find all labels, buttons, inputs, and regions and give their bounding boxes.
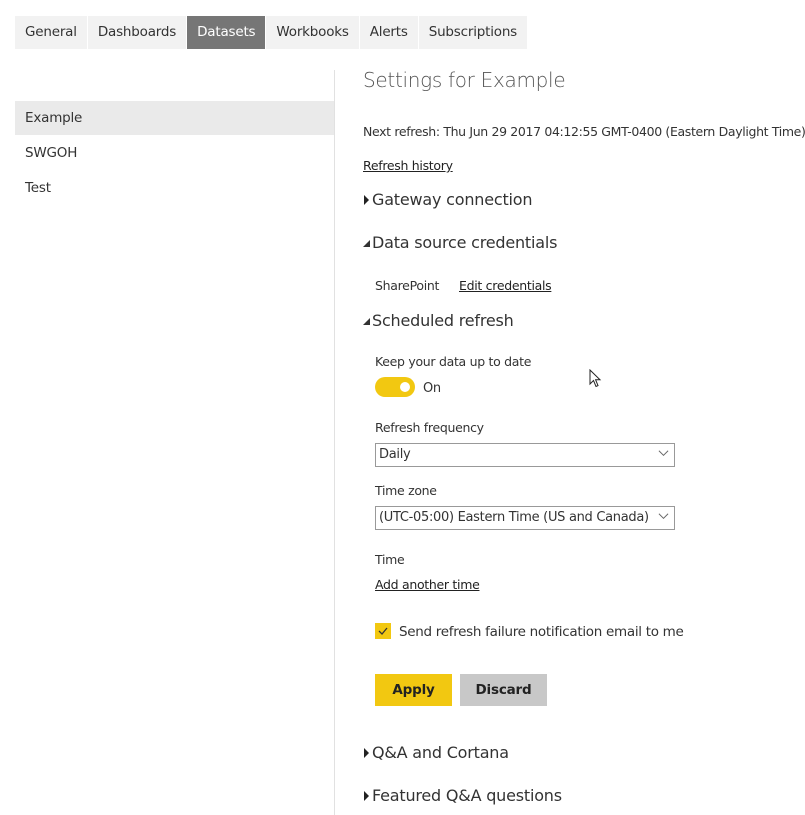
sidebar-divider (334, 70, 335, 815)
next-refresh-text: Next refresh: Thu Jun 29 2017 04:12:55 G… (363, 124, 805, 139)
chevron-down-icon (658, 450, 669, 456)
discard-button[interactable]: Discard (460, 674, 547, 706)
refresh-history-link[interactable]: Refresh history (363, 158, 453, 173)
tab-subscriptions[interactable]: Subscriptions (418, 16, 528, 49)
dataset-item-example[interactable]: Example (15, 101, 334, 135)
caret-right-icon (364, 194, 369, 205)
section-gateway-connection[interactable]: Gateway connection (363, 190, 533, 209)
keep-up-to-date-toggle[interactable] (375, 377, 415, 397)
data-source-name: SharePoint (375, 278, 440, 293)
time-label: Time (375, 552, 405, 567)
caret-down-icon (363, 318, 370, 325)
section-qa-cortana[interactable]: Q&A and Cortana (363, 743, 509, 762)
caret-right-icon (364, 747, 369, 758)
tab-datasets[interactable]: Datasets (187, 16, 266, 49)
keep-up-to-date-label: Keep your data up to date (375, 354, 532, 369)
toggle-state-label: On (423, 381, 441, 396)
settings-tabs: General Dashboards Datasets Workbooks Al… (15, 16, 528, 49)
section-scheduled-refresh[interactable]: Scheduled refresh (363, 311, 514, 330)
section-label: Gateway connection (372, 190, 533, 209)
tab-workbooks[interactable]: Workbooks (266, 16, 359, 49)
time-zone-value: (UTC-05:00) Eastern Time (US and Canada) (379, 510, 649, 525)
section-label: Featured Q&A questions (372, 786, 562, 805)
tab-alerts[interactable]: Alerts (359, 16, 418, 49)
refresh-frequency-value: Daily (379, 447, 411, 462)
dataset-list: Example SWGOH Test (15, 101, 334, 206)
notify-failure-checkbox[interactable] (375, 623, 391, 639)
edit-credentials-link[interactable]: Edit credentials (459, 278, 552, 293)
refresh-frequency-label: Refresh frequency (375, 420, 484, 435)
section-label: Scheduled refresh (372, 311, 514, 330)
tab-dashboards[interactable]: Dashboards (87, 16, 187, 49)
tab-general[interactable]: General (15, 16, 87, 49)
checkmark-icon (378, 627, 388, 635)
time-zone-select[interactable]: (UTC-05:00) Eastern Time (US and Canada) (375, 506, 675, 530)
section-label: Q&A and Cortana (372, 743, 509, 762)
section-featured-qa[interactable]: Featured Q&A questions (363, 786, 562, 805)
dataset-item-swgoh[interactable]: SWGOH (15, 136, 334, 170)
caret-right-icon (364, 790, 369, 801)
notify-failure-label: Send refresh failure notification email … (399, 624, 684, 640)
dataset-item-test[interactable]: Test (15, 171, 334, 205)
section-data-source-credentials[interactable]: Data source credentials (363, 233, 557, 252)
page-title: Settings for Example (363, 68, 566, 92)
mouse-cursor-icon (589, 369, 602, 388)
refresh-frequency-select[interactable]: Daily (375, 443, 675, 467)
section-label: Data source credentials (372, 233, 558, 252)
add-another-time-link[interactable]: Add another time (375, 577, 480, 592)
caret-down-icon (363, 240, 370, 247)
time-zone-label: Time zone (375, 483, 437, 498)
apply-button[interactable]: Apply (375, 674, 452, 706)
chevron-down-icon (658, 513, 669, 519)
toggle-knob (400, 382, 410, 392)
